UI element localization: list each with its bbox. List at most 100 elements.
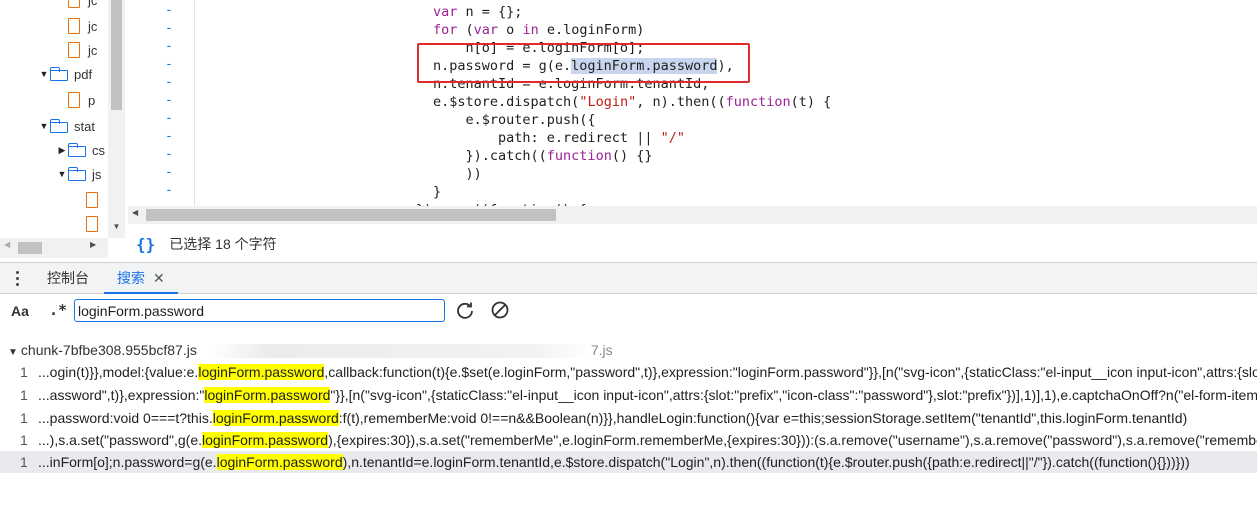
scroll-down-arrow-icon[interactable]: ▼ <box>108 222 125 234</box>
line-marker: - <box>165 3 173 18</box>
refresh-icon[interactable] <box>455 300 475 320</box>
code-token: function <box>725 94 791 110</box>
code-token: }).catch(( <box>433 148 547 164</box>
result-line-number: 1 <box>20 432 28 448</box>
editor-horizontal-scrollbar[interactable]: ◀ <box>128 206 1257 224</box>
code-line: } <box>433 183 441 201</box>
line-marker: - <box>165 75 173 90</box>
file-icon <box>68 18 80 34</box>
code-line: }).catch((function() {} <box>433 147 653 165</box>
tree-item-label: p <box>88 92 96 108</box>
scroll-right-arrow-icon[interactable]: ▶ <box>90 240 96 249</box>
clear-search-icon[interactable] <box>490 300 510 320</box>
regex-button[interactable]: .* <box>49 301 67 319</box>
line-marker: - <box>165 183 173 198</box>
tree-file[interactable]: jc <box>68 14 97 38</box>
file-icon <box>86 216 98 232</box>
expand-arrow-icon[interactable]: ▼ <box>38 121 50 131</box>
result-snippet: ...password:void 0===t?this.loginForm.pa… <box>38 407 1187 429</box>
code-token: ( <box>457 22 474 38</box>
drawer-tab-bar: 控制台 搜索 ✕ <box>0 262 1257 294</box>
result-snippet: ...assword",t)},expression:"loginForm.pa… <box>38 384 1257 406</box>
search-input[interactable] <box>74 299 445 322</box>
snippet-suffix: :f(t),rememberMe:void 0!==n&&Boolean(n)}… <box>338 410 1188 426</box>
search-result-row[interactable]: 1 ...),s.a.set("password",g(e.loginForm.p… <box>0 429 1257 451</box>
result-snippet: ...ogin(t)}},model:{value:e.loginForm.pa… <box>38 361 1257 383</box>
search-result-row[interactable]: 1 ...ogin(t)}},model:{value:e.loginForm.p… <box>0 361 1257 383</box>
file-tree-horizontal-scrollbar[interactable]: ◀ ▶ <box>0 238 108 258</box>
file-tree-vertical-scrollbar[interactable] <box>108 0 125 238</box>
snippet-prefix: ...password:void 0===t?this. <box>38 410 213 426</box>
result-file-header[interactable]: ▼ chunk-7bfbe308.955bcf87.js 7.js <box>8 340 613 360</box>
tree-file[interactable]: jc <box>68 0 97 12</box>
line-marker: - <box>165 111 173 126</box>
result-line-number: 1 <box>20 387 28 403</box>
code-token: function <box>546 148 612 164</box>
selection-status: 已选择 18 个字符 <box>169 236 277 252</box>
tree-folder[interactable]: ▼ stat <box>38 114 95 138</box>
code-token: path: e.redirect || <box>433 130 661 146</box>
file-tree-list: jc jc jc ▼ pdf p ▼ stat ▶ cs ▼ js <box>0 0 108 238</box>
match-highlight: loginForm.password <box>212 410 339 426</box>
tree-file[interactable] <box>86 188 106 212</box>
search-result-row[interactable]: 1 ...password:void 0===t?this.loginForm.p… <box>0 407 1257 429</box>
code-token: (t) { <box>790 94 832 110</box>
match-case-button[interactable]: Aa <box>11 303 29 319</box>
tree-item-label: stat <box>74 118 95 134</box>
scrollbar-thumb[interactable] <box>146 209 556 221</box>
file-icon <box>86 192 98 208</box>
code-token: e.$store.dispatch( <box>433 94 580 110</box>
tree-file[interactable]: jc <box>68 38 97 62</box>
result-file-path-tail: 7.js <box>590 342 613 358</box>
result-snippet: ...inForm[o];n.password=g(e.loginForm.pa… <box>38 451 1190 473</box>
result-snippet: ...),s.a.set("password",g(e.loginForm.pa… <box>38 429 1257 451</box>
match-highlight: loginForm.password <box>216 454 343 470</box>
sources-panel: jc jc jc ▼ pdf p ▼ stat ▶ cs ▼ js ▼ ◀ ▶ -----------… <box>0 0 1257 260</box>
code-token: n = {}; <box>457 4 523 20</box>
tree-file[interactable] <box>86 212 106 236</box>
collapse-arrow-icon[interactable]: ▶ <box>56 145 68 156</box>
folder-icon <box>68 167 87 181</box>
line-marker: - <box>165 21 173 36</box>
collapse-arrow-icon[interactable]: ▼ <box>8 347 18 358</box>
more-options-icon[interactable] <box>16 271 20 289</box>
expand-arrow-icon[interactable]: ▼ <box>56 169 68 179</box>
snippet-suffix: ),n.tenantId=e.loginForm.tenantId,e.$sto… <box>342 454 1190 470</box>
scrollbar-thumb[interactable] <box>111 0 122 110</box>
tab-label: 搜索 <box>117 270 145 286</box>
result-line-number: 1 <box>20 410 28 426</box>
result-line-number: 1 <box>20 454 28 470</box>
snippet-suffix: ,callback:function(t){e.$set(e.loginForm… <box>324 364 1257 380</box>
tree-folder[interactable]: ▶ cs <box>56 138 105 162</box>
code-line: path: e.redirect || "/" <box>433 129 685 147</box>
pretty-print-icon[interactable]: {} <box>136 235 155 254</box>
tree-file[interactable]: p <box>68 88 95 112</box>
search-toolbar: Aa .* <box>0 294 1257 330</box>
gutter-divider <box>194 0 195 206</box>
match-highlight: loginForm.password <box>202 432 329 448</box>
code-token: in <box>522 22 539 38</box>
search-result-row[interactable]: 1 ...inForm[o];n.password=g(e.loginForm.p… <box>0 451 1257 473</box>
code-token: } <box>433 184 442 200</box>
tree-folder[interactable]: ▼ js <box>56 162 102 186</box>
code-line: for (var o in e.loginForm) <box>433 21 644 39</box>
editor-status-bar: {} 已选择 18 个字符 <box>128 228 1257 260</box>
code-editor[interactable]: ----------- var n = {}; for (var o in e.l… <box>128 0 1257 206</box>
tree-item-label: jc <box>88 18 98 34</box>
snippet-prefix: ...),s.a.set("password",g(e. <box>38 432 202 448</box>
redacted-path <box>210 344 591 359</box>
scroll-left-arrow-icon[interactable]: ◀ <box>132 208 138 217</box>
line-marker: - <box>165 129 173 144</box>
tree-item-label: pdf <box>74 66 93 82</box>
tab-search[interactable]: 搜索 ✕ <box>104 263 178 294</box>
scrollbar-thumb[interactable] <box>18 242 42 254</box>
tree-folder[interactable]: ▼ pdf <box>38 62 93 86</box>
search-result-row[interactable]: 1 ...assword",t)},expression:"loginForm.p… <box>0 384 1257 406</box>
expand-arrow-icon[interactable]: ▼ <box>38 69 50 79</box>
code-token: o <box>498 22 523 38</box>
file-tree: jc jc jc ▼ pdf p ▼ stat ▶ cs ▼ js ▼ ◀ ▶ <box>0 0 127 260</box>
code-line: e.$router.push({ <box>433 111 596 129</box>
close-icon[interactable]: ✕ <box>153 270 165 286</box>
scroll-left-arrow-icon[interactable]: ◀ <box>4 240 10 249</box>
tab-console[interactable]: 控制台 <box>47 263 89 294</box>
